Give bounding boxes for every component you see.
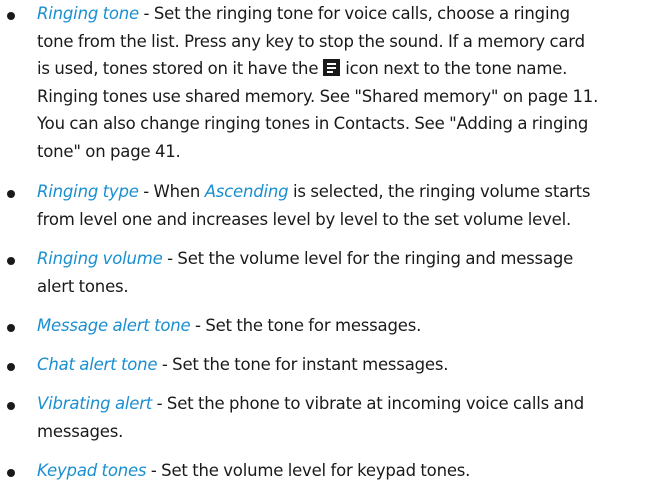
text-line: is used, tones stored on it have the icon… [37,55,663,83]
text-line: Ringing tones use shared memory. See "Sh… [37,86,599,106]
term-ascending: Ascending [204,182,289,201]
bullet-icon [7,402,15,410]
text-line: Vibrating alert - Set the phone to vibra… [37,390,663,418]
term-ringing-type: Ringing type [37,182,139,201]
description-text: is selected, the ringing volume starts [288,182,591,201]
list-item-text: Ringing volume - Set the volume level fo… [37,245,663,300]
term-chat-alert-tone: Chat alert tone [37,355,158,374]
term-ringing-tone: Ringing tone [37,4,140,23]
description-text: - When [138,182,205,201]
term-vibrating-alert: Vibrating alert [37,394,153,413]
bullet-icon [7,363,15,371]
description-text: icon next to the tone name. [345,59,568,78]
description-text: - Set the volume level for the ringing a… [162,249,574,268]
bullet-icon [7,324,15,332]
text-line: Ringing tone - Set the ringing tone for … [37,0,663,28]
list-item-text: Message alert tone - Set the tone for me… [37,312,663,340]
term-keypad-tones: Keypad tones [37,461,147,480]
description-text: - Set the phone to vibrate at incoming v… [152,394,585,413]
list-item-text: Keypad tones - Set the volume level for … [37,457,663,485]
text-line: Ringing type - When Ascending is selecte… [37,178,663,206]
text-line: You can also change ringing tones in Con… [37,114,589,133]
text-line: messages. [37,421,124,441]
text-line: tone" on page 41. [37,141,181,161]
text-line: tone from the list. Press any key to sto… [37,31,585,51]
text-line: Message alert tone - Set the tone for me… [37,312,663,340]
memory-card-tone-icon [323,59,341,76]
list-item-text: Chat alert tone - Set the tone for insta… [37,351,663,379]
text-line: alert tones. [37,276,129,296]
text-line: from level one and increases level by le… [37,209,572,229]
description-text: - Set the tone for messages. [190,316,422,335]
bullet-icon [7,469,15,477]
description-text: is used, tones stored on it have the [37,59,319,78]
term-ringing-volume: Ringing volume [37,249,163,268]
text-line: Chat alert tone - Set the tone for insta… [37,351,663,379]
term-message-alert-tone: Message alert tone [37,316,191,335]
list-item-text: Ringing type - When Ascending is selecte… [37,178,663,233]
bullet-icon [7,190,15,198]
manual-page: Ringing tone - Set the ringing tone for … [0,0,669,488]
list-item-text: Vibrating alert - Set the phone to vibra… [37,390,663,445]
list-item-text: Ringing tone - Set the ringing tone for … [37,0,663,165]
description-text: - Set the volume level for keypad tones. [146,461,471,480]
text-line: Ringing volume - Set the volume level fo… [37,245,663,273]
bullet-icon [7,12,15,20]
description-text: - Set the ringing tone for voice calls, … [139,4,571,23]
text-line: Keypad tones - Set the volume level for … [37,457,663,485]
bullet-icon [7,257,15,265]
description-text: - Set the tone for instant messages. [157,355,449,374]
